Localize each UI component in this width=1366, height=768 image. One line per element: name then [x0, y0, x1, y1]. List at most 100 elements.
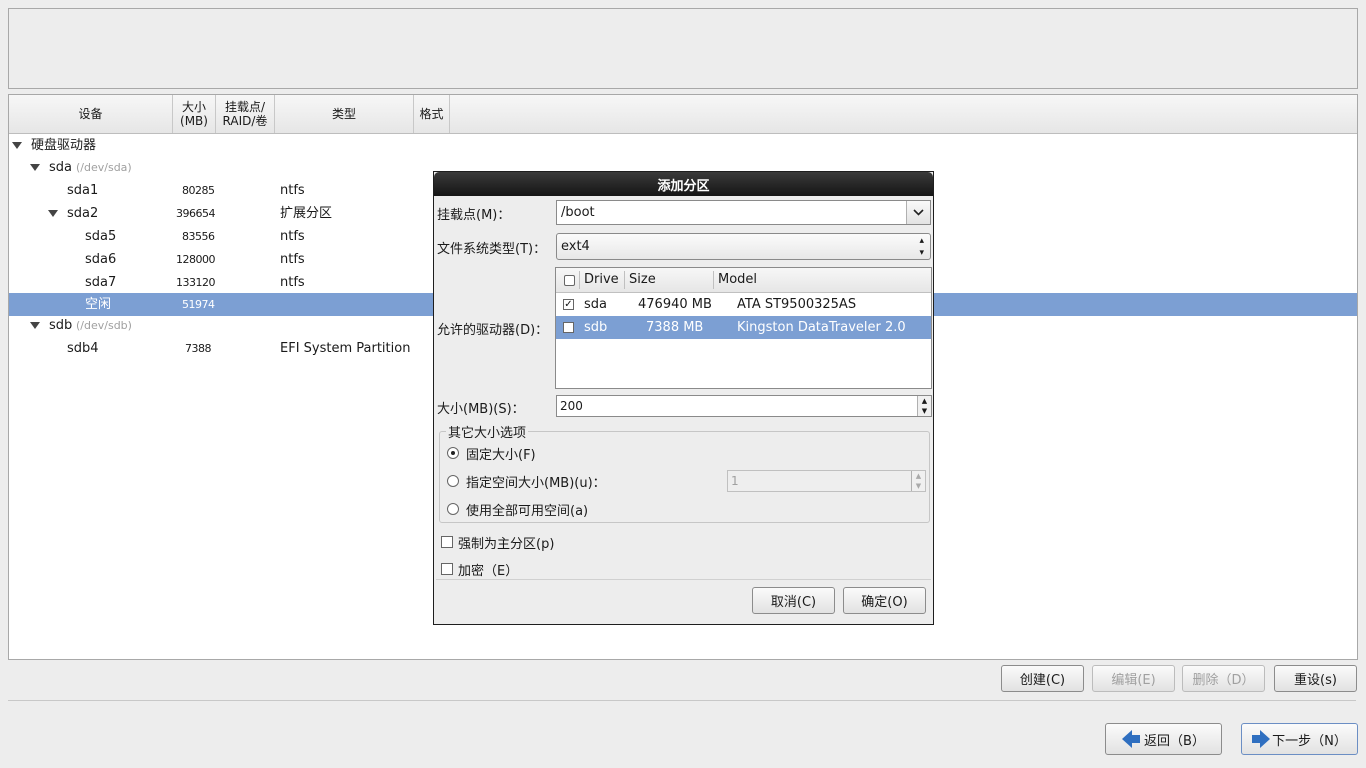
- fixed-size-label: 固定大小(F): [466, 448, 536, 463]
- mount-point-label: 挂载点(M)：: [437, 208, 511, 223]
- row-type: EFI System Partition: [280, 341, 411, 356]
- column-divider: [624, 271, 625, 289]
- drive-size: 476940 MB: [638, 297, 712, 312]
- row-path: (/dev/sdb): [76, 319, 132, 332]
- row-type: ntfs: [280, 183, 305, 198]
- model-column[interactable]: Model: [718, 272, 757, 287]
- spin-arrows-icon[interactable]: ▲ ▼: [911, 471, 925, 491]
- dialog-divider: [436, 579, 931, 580]
- column-mount[interactable]: 挂载点/ RAID/卷: [216, 95, 275, 133]
- column-device[interactable]: 设备: [9, 95, 173, 133]
- row-size: 128000: [176, 253, 216, 266]
- top-info-panel: [8, 8, 1358, 89]
- dialog-title: 添加分区: [434, 172, 933, 196]
- size-column[interactable]: Size: [629, 272, 656, 287]
- row-label: 硬盘驱动器: [31, 138, 97, 153]
- row-type: ntfs: [280, 275, 305, 290]
- fixed-size-radio[interactable]: [447, 447, 459, 459]
- row-label: sda6: [85, 252, 117, 267]
- next-button[interactable]: 下一步（N）: [1241, 723, 1358, 755]
- size-value: 200: [560, 399, 583, 413]
- row-label: sda2: [67, 206, 99, 221]
- spin-arrows-icon[interactable]: ▲ ▼: [917, 396, 931, 416]
- force-primary-checkbox[interactable]: [441, 536, 453, 548]
- group-title: 其它大小选项: [446, 422, 529, 441]
- drive-column[interactable]: Drive: [584, 272, 619, 287]
- drives-list-header: Drive Size Model: [556, 268, 931, 293]
- fs-type-value: ext4: [561, 239, 590, 254]
- column-divider: [713, 271, 714, 289]
- tree-row-hard-drives[interactable]: 硬盘驱动器: [9, 134, 1357, 157]
- create-button[interactable]: 创建(C): [1001, 665, 1084, 692]
- mount-point-combo[interactable]: /boot: [556, 200, 931, 225]
- back-label: 返回（B）: [1144, 733, 1205, 749]
- updown-arrows-icon: ▴ ▾: [919, 236, 924, 258]
- specify-size-spinbox[interactable]: 1 ▲ ▼: [727, 470, 926, 492]
- mount-point-value: /boot: [561, 205, 595, 220]
- fs-type-label: 文件系统类型(T)：: [437, 242, 547, 257]
- tree-column-header: 设备 大小 (MB) 挂载点/ RAID/卷 类型 格式: [9, 95, 1357, 134]
- allowed-drives-label: 允许的驱动器(D)：: [437, 323, 549, 338]
- encrypt-checkbox[interactable]: [441, 563, 453, 575]
- row-size: 7388: [185, 342, 212, 355]
- drive-row-sdb[interactable]: sdb 7388 MB Kingston DataTraveler 2.0: [556, 316, 931, 339]
- select-all-checkbox[interactable]: [564, 275, 575, 286]
- row-label: sda1: [67, 183, 99, 198]
- row-size: 51974: [182, 298, 215, 311]
- column-format[interactable]: 格式: [414, 95, 450, 133]
- row-label: sdb4: [67, 341, 99, 356]
- back-button[interactable]: 返回（B）: [1105, 723, 1222, 755]
- other-size-options-group: 其它大小选项 固定大小(F) 指定空间大小(MB)(u)： 1 ▲ ▼ 使用全部可…: [439, 422, 930, 523]
- row-size: 133120: [176, 276, 216, 289]
- delete-button[interactable]: 删除（D）: [1182, 665, 1265, 692]
- row-label: 空闲: [85, 297, 112, 312]
- divider: [8, 700, 1356, 701]
- arrow-right-icon: [1252, 730, 1271, 748]
- drive-row-sda[interactable]: ✓ sda 476940 MB ATA ST9500325AS: [556, 293, 931, 316]
- chevron-down-icon[interactable]: [906, 201, 930, 224]
- row-size: 80285: [182, 184, 215, 197]
- cancel-button[interactable]: 取消(C): [752, 587, 835, 614]
- fill-space-radio[interactable]: [447, 503, 459, 515]
- drive-model: ATA ST9500325AS: [737, 297, 857, 312]
- ok-button[interactable]: 确定(O): [843, 587, 926, 614]
- specify-size-radio[interactable]: [447, 475, 459, 487]
- size-label: 大小(MB)(S)：: [437, 402, 525, 417]
- specify-size-label: 指定空间大小(MB)(u)：: [466, 476, 606, 491]
- edit-button[interactable]: 编辑(E): [1092, 665, 1175, 692]
- drives-list[interactable]: Drive Size Model ✓ sda 476940 MB ATA ST9…: [555, 267, 932, 389]
- force-primary-label: 强制为主分区(p): [458, 537, 555, 552]
- next-label: 下一步（N）: [1272, 733, 1347, 749]
- expander-down-icon[interactable]: [30, 164, 40, 171]
- fs-type-select[interactable]: ext4 ▴ ▾: [556, 233, 931, 260]
- row-size: 396654: [176, 207, 216, 220]
- drive-size: 7388 MB: [646, 320, 704, 335]
- expander-down-icon[interactable]: [12, 142, 22, 149]
- expander-down-icon[interactable]: [30, 322, 40, 329]
- row-type: ntfs: [280, 252, 305, 267]
- drive-name: sda: [584, 297, 607, 312]
- column-type[interactable]: 类型: [275, 95, 414, 133]
- row-type: ntfs: [280, 229, 305, 244]
- column-size[interactable]: 大小 (MB): [173, 95, 216, 133]
- drive-name: sdb: [584, 320, 608, 335]
- drive-model: Kingston DataTraveler 2.0: [737, 320, 906, 335]
- row-label: sda5: [85, 229, 117, 244]
- row-path: (/dev/sda): [76, 161, 132, 174]
- fill-space-label: 使用全部可用空间(a): [466, 504, 589, 519]
- encrypt-label: 加密（E）: [458, 564, 519, 579]
- arrow-left-icon: [1122, 730, 1141, 748]
- drive-checkbox-checked[interactable]: ✓: [563, 299, 574, 310]
- row-label: sda7: [85, 275, 117, 290]
- column-divider: [579, 271, 580, 289]
- row-label: sdb: [49, 318, 73, 333]
- reset-button[interactable]: 重设(s): [1274, 665, 1357, 692]
- specify-size-value: 1: [731, 474, 739, 488]
- row-type: 扩展分区: [280, 206, 333, 221]
- add-partition-dialog: 添加分区 挂载点(M)： /boot 文件系统类型(T)： ext4 ▴ ▾ 允许…: [433, 171, 934, 625]
- drive-checkbox[interactable]: [563, 322, 574, 333]
- row-size: 83556: [182, 230, 215, 243]
- row-label: sda: [49, 160, 72, 175]
- size-spinbox[interactable]: 200 ▲ ▼: [556, 395, 932, 417]
- expander-down-icon[interactable]: [48, 210, 58, 217]
